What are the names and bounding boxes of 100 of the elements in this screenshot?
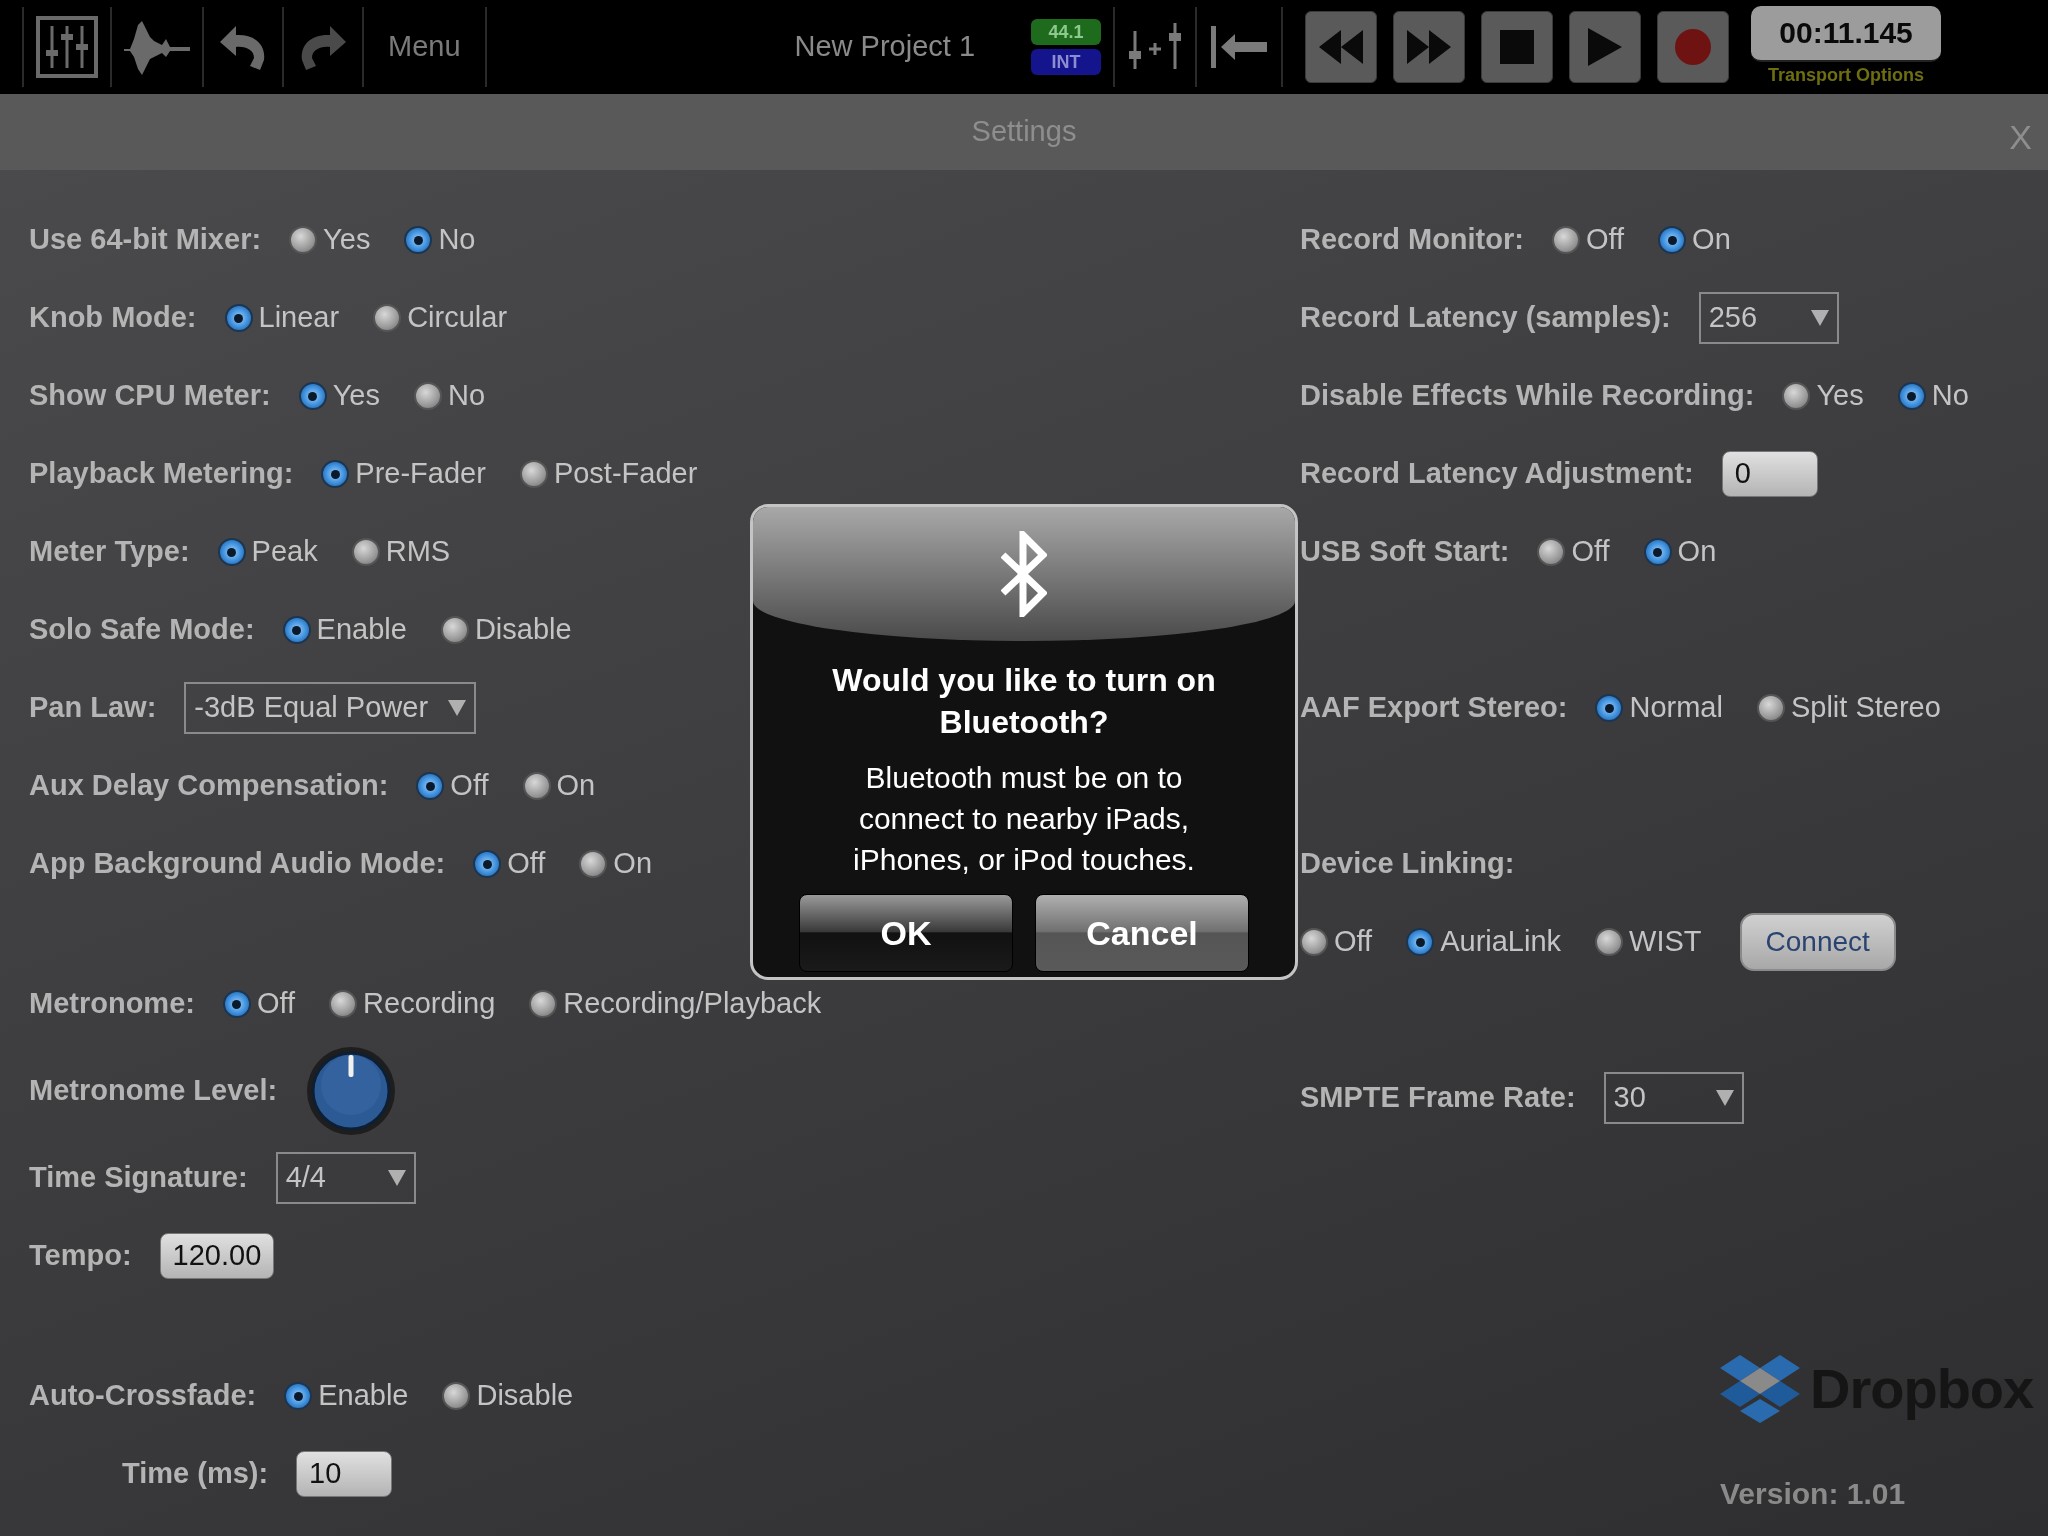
- setting-label: Device Linking:: [1300, 846, 1515, 882]
- setting-label: USB Soft Start:: [1300, 534, 1510, 570]
- radio-button[interactable]: [519, 460, 548, 488]
- option-label: Off: [507, 846, 546, 882]
- radio-button[interactable]: [321, 460, 350, 488]
- option-label: On: [1692, 222, 1731, 258]
- dropdown[interactable]: 256: [1698, 292, 1839, 344]
- dialog-button[interactable]: Cancel: [1035, 894, 1249, 972]
- fast-forward-icon: [1407, 30, 1452, 64]
- option-label: Enable: [316, 612, 407, 648]
- project-title: New Project 1: [794, 29, 976, 65]
- dialog-title: Would you like to turn on Bluetooth?: [831, 661, 1217, 742]
- connect-button[interactable]: Connect: [1739, 913, 1896, 971]
- option-label: Peak: [251, 534, 318, 570]
- option-label: Enable: [318, 1378, 409, 1414]
- radio-button[interactable]: [224, 304, 253, 332]
- dropdown-arrow-icon: [387, 1170, 406, 1186]
- radio-button[interactable]: [1595, 694, 1624, 722]
- radio-button[interactable]: [416, 772, 445, 800]
- knob[interactable]: [305, 1045, 398, 1137]
- option-label: Pre-Fader: [355, 456, 486, 492]
- radio-button[interactable]: [1756, 694, 1785, 722]
- setting-label: Knob Mode:: [29, 300, 197, 336]
- radio-button[interactable]: [284, 1382, 313, 1410]
- mixer-icon[interactable]: [36, 16, 98, 78]
- radio-button[interactable]: [1300, 928, 1328, 956]
- radio-button[interactable]: [1643, 538, 1672, 566]
- option-label: Off: [256, 986, 296, 1022]
- option-label: Off: [1571, 534, 1610, 570]
- radio-button[interactable]: [1658, 226, 1687, 254]
- record-icon: [1674, 28, 1713, 66]
- setting-label: Record Monitor:: [1300, 222, 1524, 258]
- clock-source-badge: INT: [1031, 49, 1102, 75]
- setting-label: AAF Export Stereo:: [1300, 690, 1568, 726]
- radio-button[interactable]: [473, 850, 502, 878]
- setting-label: Auto-Crossfade:: [29, 1378, 257, 1414]
- radio-button[interactable]: [1782, 382, 1811, 410]
- radio-button[interactable]: [440, 616, 469, 644]
- radio-button[interactable]: [1897, 382, 1926, 410]
- dialog-button[interactable]: OK: [799, 894, 1013, 972]
- option-label: Post-Fader: [553, 456, 698, 492]
- bluetooth-icon: [1001, 531, 1047, 617]
- radio-button[interactable]: [298, 382, 327, 410]
- play-button[interactable]: [1569, 11, 1642, 83]
- transport-options-link[interactable]: Transport Options: [1768, 61, 1925, 89]
- radio-button[interactable]: [404, 226, 433, 254]
- radio-button[interactable]: [373, 304, 402, 332]
- input-field[interactable]: 10: [296, 1451, 393, 1497]
- stop-button[interactable]: [1481, 11, 1554, 83]
- setting-label: Record Latency Adjustment:: [1300, 456, 1694, 492]
- setting-label: Show CPU Meter:: [29, 378, 271, 414]
- play-icon: [1588, 28, 1623, 66]
- radio-button[interactable]: [1595, 928, 1624, 956]
- option-label: Recording: [363, 986, 496, 1022]
- setting-label: Meter Type:: [29, 534, 190, 570]
- fast-forward-button[interactable]: [1393, 11, 1466, 83]
- dropdown[interactable]: -3dB Equal Power: [184, 682, 477, 734]
- radio-button[interactable]: [329, 990, 358, 1018]
- option-label: No: [448, 378, 486, 414]
- option-label: Linear: [258, 300, 340, 336]
- setting-label: Aux Delay Compensation:: [29, 768, 389, 804]
- radio-button[interactable]: [351, 538, 380, 566]
- option-label: No: [1931, 378, 1969, 414]
- input-field[interactable]: 120.00: [159, 1233, 275, 1279]
- sample-rate-badge: 44.1: [1031, 19, 1102, 45]
- radio-button[interactable]: [522, 772, 551, 800]
- dialog-message: Bluetooth must be on to connect to nearby iPads, iPhones, or iPod touches.: [852, 760, 1196, 878]
- option-label: Yes: [332, 378, 380, 414]
- input-field[interactable]: 0: [1721, 451, 1818, 497]
- radio-button[interactable]: [1406, 928, 1435, 956]
- option-label: WIST: [1629, 924, 1702, 960]
- setting-label: Playback Metering:: [29, 456, 294, 492]
- rewind-button[interactable]: [1305, 11, 1378, 83]
- version-text: Version: 1.01: [1720, 1476, 1907, 1512]
- option-label: Off: [1585, 222, 1625, 258]
- stop-icon: [1500, 30, 1535, 64]
- radio-button[interactable]: [1537, 538, 1566, 566]
- dropdown[interactable]: 30: [1603, 1072, 1744, 1124]
- option-label: Disable: [474, 612, 572, 648]
- radio-button[interactable]: [289, 226, 318, 254]
- time-display[interactable]: 00:11.145: [1751, 5, 1942, 62]
- radio-button[interactable]: [529, 990, 558, 1018]
- rewind-icon: [1319, 30, 1364, 64]
- option-label: On: [613, 846, 652, 882]
- option-label: AuriaLink: [1440, 924, 1562, 960]
- radio-button[interactable]: [222, 990, 251, 1018]
- radio-button[interactable]: [579, 850, 608, 878]
- option-label: Disable: [476, 1378, 574, 1414]
- option-label: Off: [1334, 924, 1373, 960]
- radio-button[interactable]: [217, 538, 246, 566]
- radio-button[interactable]: [442, 1382, 471, 1410]
- setting-label: Metronome Level:: [29, 1073, 278, 1109]
- menu-button[interactable]: Menu: [376, 25, 473, 69]
- radio-button[interactable]: [1551, 226, 1580, 254]
- radio-button[interactable]: [414, 382, 442, 410]
- radio-button[interactable]: [282, 616, 311, 644]
- option-label: No: [438, 222, 476, 258]
- dropdown[interactable]: 4/4: [275, 1152, 416, 1204]
- option-label: Normal: [1629, 690, 1723, 726]
- option-label: RMS: [385, 534, 451, 570]
